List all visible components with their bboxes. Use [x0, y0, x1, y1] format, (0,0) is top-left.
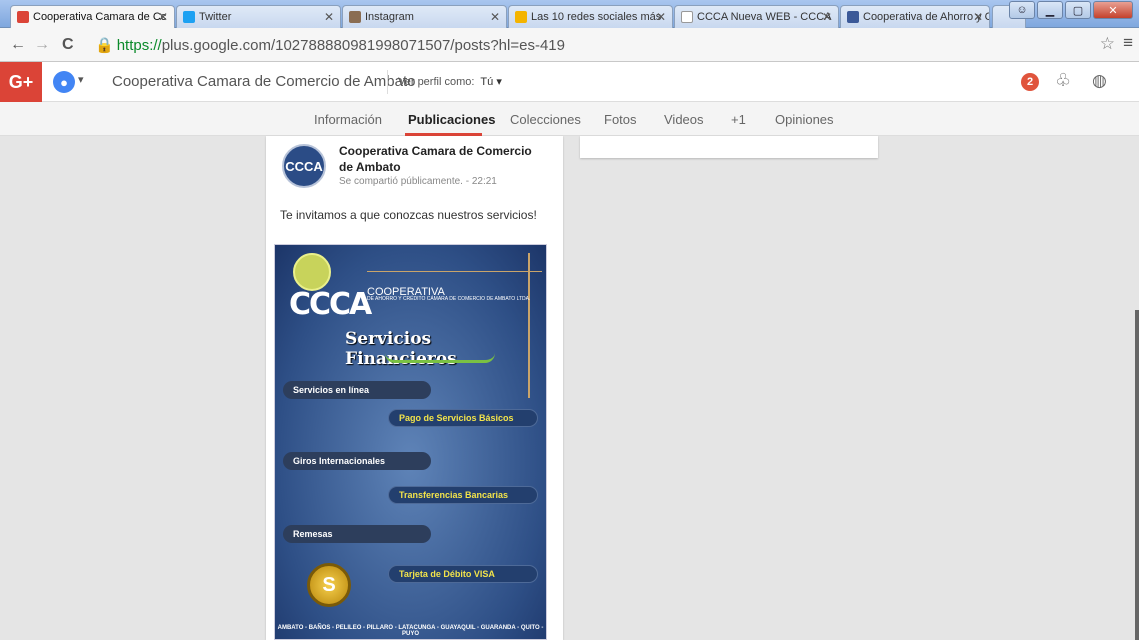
close-icon[interactable]: ✕	[973, 10, 983, 24]
close-icon[interactable]: ✕	[324, 10, 334, 24]
browser-tab-facebook[interactable]: Cooperativa de Ahorro y C ✕	[840, 5, 990, 28]
divider	[387, 70, 388, 94]
account-icon[interactable]: ●	[53, 71, 75, 93]
twitter-icon	[183, 11, 195, 23]
browser-tab-google-plus[interactable]: Cooperativa Camara de Cc ✕	[10, 5, 175, 28]
close-icon[interactable]: ✕	[490, 10, 500, 24]
url-text: plus.google.com/102788880981998071507/po…	[161, 37, 565, 54]
notifications-badge[interactable]: 2	[1021, 73, 1039, 91]
reload-icon[interactable]: C	[62, 36, 74, 54]
post-card: CCCA Cooperativa Camara de Comercio de A…	[266, 136, 563, 640]
browser-tab-strip: Cooperativa Camara de Cc ✕ Twitter ✕ Ins…	[0, 0, 1139, 28]
flyer-item: Transferencias Bancarias	[388, 486, 538, 504]
flyer-item: Remesas	[283, 525, 431, 543]
window-controls: ☺ ▁ ▢ ✕	[1009, 1, 1133, 19]
back-icon[interactable]: ←	[10, 36, 26, 54]
flyer-decoration	[528, 253, 530, 398]
flyer-emblem-icon	[293, 253, 331, 291]
tab-title: CCCA Nueva WEB - CCCA	[697, 11, 832, 23]
post-author[interactable]: Cooperativa Camara de Comercio de Ambato	[339, 143, 549, 175]
avatar[interactable]: CCCA	[282, 144, 326, 188]
flyer-title: Servicios Financieros	[345, 329, 457, 369]
tab-title: Twitter	[199, 11, 232, 23]
flyer-swoosh	[385, 353, 495, 363]
page-icon	[681, 11, 693, 23]
flyer-footer: AMBATO - BAÑOS - PELILEO - PILLARO - LAT…	[277, 625, 544, 637]
flyer-decoration	[367, 271, 542, 272]
tab-publicaciones[interactable]: Publicaciones	[408, 112, 495, 127]
google-plus-logo[interactable]: G+	[0, 62, 42, 102]
profile-tabs: Información Publicaciones Colecciones Fo…	[0, 102, 1139, 136]
close-window-button[interactable]: ✕	[1093, 1, 1133, 19]
user-icon[interactable]: ☺	[1009, 1, 1035, 19]
lock-icon: 🔒	[95, 37, 114, 54]
tab-title: Cooperativa de Ahorro y C	[863, 11, 990, 23]
flyer-coop-name: COOPERATIVA DE AHORRO Y CRÉDITO CÁMARA DE…	[367, 287, 530, 302]
facebook-icon	[847, 11, 859, 23]
post-text: Te invitamos a que conozcas nuestros ser…	[280, 208, 537, 222]
tab-plus-one[interactable]: +1	[731, 112, 746, 127]
instagram-icon	[349, 11, 361, 23]
tab-title: Instagram	[365, 11, 414, 23]
side-card	[580, 136, 878, 158]
tab-informacion[interactable]: Información	[314, 112, 382, 127]
google-plus-icon	[17, 11, 29, 23]
browser-tab-redes[interactable]: Las 10 redes sociales más ✕	[508, 5, 673, 28]
bookmark-star-icon[interactable]: ☆	[1100, 34, 1115, 54]
hangouts-icon[interactable]: ◍	[1092, 71, 1107, 91]
browser-tab-twitter[interactable]: Twitter ✕	[176, 5, 341, 28]
post-image[interactable]: CCCA COOPERATIVA DE AHORRO Y CRÉDITO CÁMA…	[274, 244, 547, 640]
tab-fotos[interactable]: Fotos	[604, 112, 637, 127]
flyer-item: Tarjeta de Débito VISA	[388, 565, 538, 583]
forward-icon[interactable]: →	[34, 36, 50, 54]
maximize-button[interactable]: ▢	[1065, 1, 1091, 19]
tab-title: Cooperativa Camara de Cc	[33, 11, 167, 23]
flyer-item: Pago de Servicios Básicos	[388, 409, 538, 427]
close-icon[interactable]: ✕	[656, 10, 666, 24]
tab-opiniones[interactable]: Opiniones	[775, 112, 834, 127]
share-icon[interactable]: ♧	[1055, 70, 1071, 91]
flyer-item: Giros Internacionales	[283, 452, 431, 470]
view-as-selector[interactable]: Ver perfil como: Tú ▾	[398, 75, 502, 88]
scrollbar[interactable]	[1135, 310, 1139, 640]
url-scheme: https://	[116, 37, 162, 54]
view-as-value: Tú ▾	[480, 76, 502, 88]
flyer: CCCA COOPERATIVA DE AHORRO Y CRÉDITO CÁMA…	[275, 245, 546, 639]
flyer-logo: CCCA	[289, 287, 372, 322]
browser-tab-instagram[interactable]: Instagram ✕	[342, 5, 507, 28]
minimize-button[interactable]: ▁	[1037, 1, 1063, 19]
tab-colecciones[interactable]: Colecciones	[510, 112, 581, 127]
close-icon[interactable]: ✕	[158, 10, 168, 24]
address-bar: ← → C 🔒 https://plus.google.com/102788880…	[0, 28, 1139, 62]
flyer-item: Servicios en línea	[283, 381, 431, 399]
coin-icon: S	[307, 563, 351, 607]
url-field[interactable]: 🔒 https://plus.google.com/102788880981998…	[95, 36, 565, 54]
tab-videos[interactable]: Videos	[664, 112, 704, 127]
page-title: Cooperativa Camara de Comercio de Ambato	[112, 73, 416, 90]
browser-tab-ccca-web[interactable]: CCCA Nueva WEB - CCCA ✕	[674, 5, 839, 28]
google-plus-header: G+ ● ▾ Cooperativa Camara de Comercio de…	[0, 62, 1139, 102]
flyer-coop-sub: DE AHORRO Y CRÉDITO CÁMARA DE COMERCIO D…	[367, 296, 531, 302]
view-as-label: Ver perfil como:	[398, 76, 475, 88]
bing-icon	[515, 11, 527, 23]
post-meta: Se compartió públicamente. - 22:21	[339, 176, 497, 187]
menu-icon[interactable]: ≡	[1123, 33, 1133, 53]
tab-title: Las 10 redes sociales más	[531, 11, 662, 23]
chevron-down-icon[interactable]: ▾	[78, 73, 84, 86]
close-icon[interactable]: ✕	[822, 10, 832, 24]
